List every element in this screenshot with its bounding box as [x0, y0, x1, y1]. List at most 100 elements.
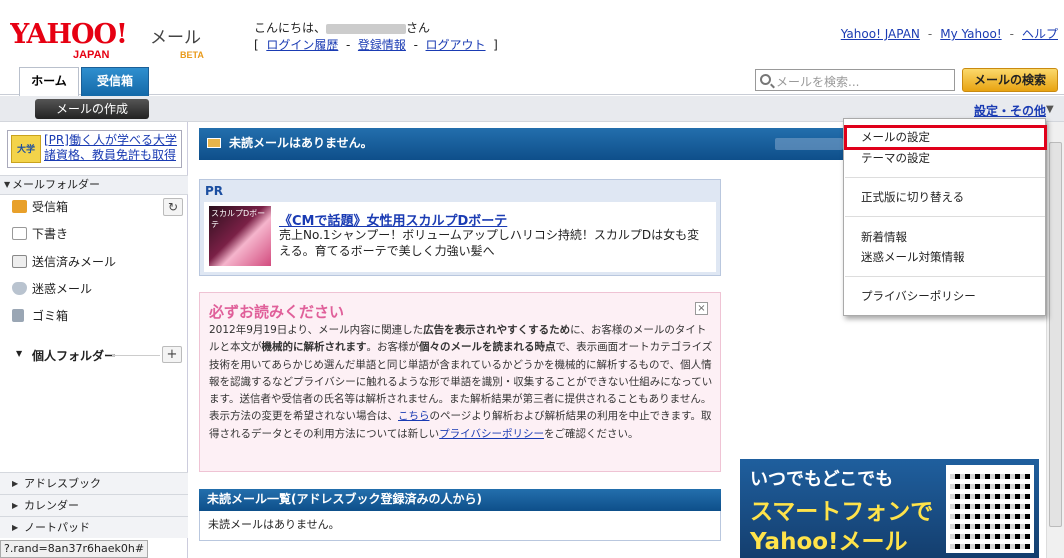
inbox-icon: [12, 200, 27, 213]
svg-text:YAHOO!: YAHOO!: [10, 19, 127, 50]
close-icon[interactable]: ×: [695, 302, 708, 315]
tab-inbox[interactable]: 受信箱: [81, 67, 149, 96]
help-link[interactable]: ヘルプ: [1022, 27, 1058, 41]
folder-label: 受信箱: [32, 200, 69, 214]
yahoo-japan-link[interactable]: Yahoo! JAPAN: [841, 27, 920, 41]
menu-item-news[interactable]: 新着情報: [861, 229, 907, 245]
notice-text: 。お客様が: [366, 341, 420, 354]
smartphone-ad-banner[interactable]: いつでもどこでも スマートフォンで Yahoo!メール: [740, 459, 1039, 558]
sidebar-item-drafts[interactable]: 下書き: [12, 225, 68, 243]
spam-shield-icon: [12, 282, 27, 295]
opt-out-link[interactable]: こちら: [398, 410, 430, 422]
top-links: Yahoo! JAPAN - My Yahoo! - ヘルプ: [840, 27, 1058, 41]
sidebar-item-inbox[interactable]: 受信箱: [12, 198, 68, 216]
settings-dropdown-menu: メールの設定 テーマの設定 正式版に切り替える 新着情報 迷惑メール対策情報 プ…: [843, 118, 1047, 316]
triangle-right-icon: ▶: [12, 479, 19, 488]
svg-text:BETA: BETA: [180, 50, 204, 60]
triangle-down-icon: ▼: [4, 180, 11, 189]
notice-bold: 個々のメールを読まれる時点: [419, 341, 556, 354]
section-label: ノートパッド: [24, 521, 90, 534]
menu-item-privacy-policy[interactable]: プライバシーポリシー: [861, 288, 976, 304]
pr-label: PR: [205, 184, 224, 198]
refresh-icon[interactable]: ↻: [163, 198, 183, 216]
draft-icon: [12, 227, 27, 240]
sidebar-ad[interactable]: 大学 [PR]働く人が学べる大学 諸資格、教員免許も取得: [7, 130, 182, 168]
sidebar-item-trash[interactable]: ゴミ箱: [12, 307, 68, 325]
pr-ad-content[interactable]: スカルプDボーテ 《CMで話題》女性用スカルプDボーテ 売上No.1シャンプー！…: [204, 202, 716, 272]
pr-ad-body: 売上No.1シャンプー！ボリュームアップしハリコシ持続！スカルプDは女も変える。…: [279, 228, 700, 258]
svg-text:メール: メール: [150, 28, 201, 48]
settings-menu-button[interactable]: 設定・その他: [974, 102, 1046, 119]
section-label: カレンダー: [24, 499, 79, 512]
menu-item-mail-settings[interactable]: メールの設定: [861, 129, 930, 145]
unread-status-text: 未読メールはありません。: [229, 136, 373, 150]
sidebar-section-calendar[interactable]: ▶ カレンダー: [0, 494, 188, 516]
notice-text: をご確認ください。: [543, 427, 639, 440]
search-icon: [760, 74, 771, 85]
sidebar-ad-text[interactable]: [PR]働く人が学べる大学 諸資格、教員免許も取得: [44, 133, 184, 163]
sidebar-section-notepad[interactable]: ▶ ノートパッド: [0, 516, 188, 538]
yahoo-japan-logo[interactable]: YAHOO! JAPAN メール BETA: [9, 18, 205, 62]
folder-label: 下書き: [32, 227, 69, 241]
notice-body: 2012年9月19日より、メール内容に関連した広告を表示されやすくするために、お…: [209, 322, 715, 443]
notice-bold: 広告を表示されやすくするため: [423, 324, 571, 336]
folder-label: 送信済みメール: [32, 255, 117, 269]
menu-item-switch-version[interactable]: 正式版に切り替える: [861, 189, 964, 205]
envelope-icon: [207, 138, 221, 148]
tab-home[interactable]: ホーム: [19, 67, 79, 96]
login-history-link[interactable]: ログイン履歴: [266, 38, 338, 52]
menu-divider: [845, 276, 1045, 277]
scrollbar[interactable]: [1046, 122, 1064, 558]
sidebar-section-addressbook[interactable]: ▶ アドレスブック: [0, 472, 188, 494]
privacy-notice: 必ずお読みください × 2012年9月19日より、メール内容に関連した広告を表示…: [199, 292, 721, 472]
pr-product-image[interactable]: スカルプDボーテ: [209, 206, 271, 266]
greeting: こんにちは、 さん [ ログイン履歴 - 登録情報 - ログアウト ]: [254, 21, 498, 52]
personal-folders-header[interactable]: 個人フォルダー: [16, 347, 116, 364]
chevron-down-icon[interactable]: ▼: [1046, 104, 1054, 115]
unread-list-body: 未読メールはありません。: [199, 511, 721, 541]
notice-text: 2012年9月19日より、メール内容に関連した: [209, 324, 424, 336]
my-yahoo-link[interactable]: My Yahoo!: [940, 27, 1001, 41]
sent-icon: [12, 255, 27, 268]
triangle-right-icon: ▶: [12, 523, 19, 532]
logout-link[interactable]: ログアウト: [426, 38, 486, 52]
unread-list-header: 未読メール一覧(アドレスブック登録済みの人から): [199, 489, 721, 511]
account-info-link[interactable]: 登録情報: [358, 38, 406, 52]
compose-button[interactable]: メールの作成: [35, 99, 149, 119]
folder-label: ゴミ箱: [32, 309, 69, 323]
divider: [112, 355, 160, 356]
mail-search-button[interactable]: メールの検索: [962, 68, 1058, 92]
blurred-text: [775, 138, 843, 150]
section-label: アドレスブック: [24, 477, 101, 490]
add-folder-button[interactable]: +: [162, 346, 182, 363]
notice-title: 必ずお読みください: [209, 303, 345, 321]
scrollbar-thumb[interactable]: [1049, 142, 1062, 527]
search-input[interactable]: メールを検索...: [755, 69, 955, 91]
greeting-suffix: さん: [406, 21, 431, 35]
privacy-policy-link[interactable]: プライバシーポリシー: [439, 428, 544, 440]
menu-divider: [845, 216, 1045, 217]
banner-line: スマートフォンで: [750, 499, 934, 525]
triangle-right-icon: ▶: [12, 501, 19, 510]
notice-text: 表示方法の変更を希望されない場合は、: [209, 410, 398, 423]
qr-code-icon: [946, 465, 1034, 553]
folder-label: 迷惑メール: [32, 282, 93, 296]
menu-item-spam-info[interactable]: 迷惑メール対策情報: [861, 249, 965, 265]
svg-text:JAPAN: JAPAN: [73, 49, 110, 61]
greeting-text: こんにちは、: [254, 21, 327, 35]
banner-line: Yahoo!メール: [750, 529, 908, 555]
search-placeholder: メールを検索...: [776, 75, 860, 89]
sidebar-item-sent[interactable]: 送信済みメール: [12, 253, 116, 271]
mail-folders-label: メールフォルダー: [12, 178, 100, 191]
status-bar-url: ?.rand=8an37r6haek0h#: [0, 540, 149, 558]
pr-ad-box: PR スカルプDボーテ 《CMで話題》女性用スカルプDボーテ 売上No.1シャン…: [199, 179, 721, 276]
yahoo-mail-window: YAHOO! JAPAN メール BETA こんにちは、 さん [ ログイン履歴 …: [0, 0, 1064, 558]
notice-bold: 機械的に解析されます: [261, 341, 367, 354]
banner-line: いつでもどこでも: [750, 469, 894, 490]
sidebar-item-spam[interactable]: 迷惑メール: [12, 280, 92, 298]
trash-icon: [12, 309, 24, 322]
menu-item-theme-settings[interactable]: テーマの設定: [861, 150, 930, 166]
university-icon: 大学: [11, 135, 41, 163]
mail-folders-header[interactable]: ▼ メールフォルダー: [0, 175, 188, 195]
menu-divider: [845, 177, 1045, 178]
